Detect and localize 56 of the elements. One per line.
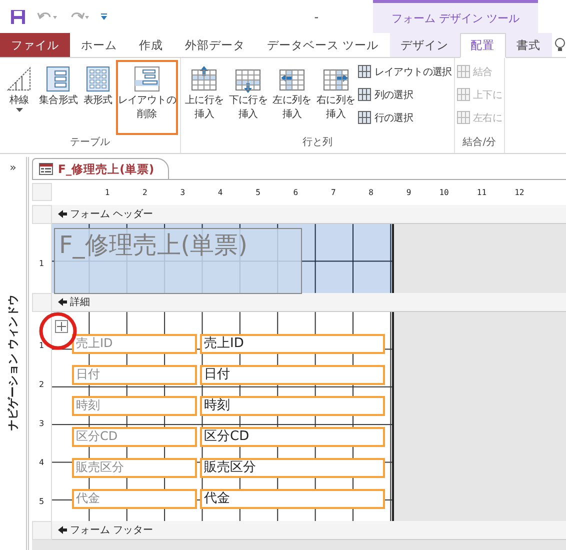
grid-icon [456, 111, 470, 124]
document-tab[interactable]: F_修理売上(単票) [32, 158, 170, 179]
text-box[interactable]: 日付 [200, 365, 385, 385]
ribbon-button[interactable]: 集合形式 [37, 60, 80, 135]
section-bar[interactable]: 詳細 [52, 293, 566, 312]
section-bar[interactable]: フォーム フッター [52, 521, 566, 540]
text-box[interactable]: 時刻 [200, 396, 385, 416]
text-box[interactable]: 販売区分 [200, 458, 385, 478]
group-label: 結合/分 [462, 136, 498, 150]
ribbon-button[interactable]: 下に行を 挿入 [226, 60, 270, 135]
ribbon-button[interactable]: 表形式 [80, 60, 115, 135]
section-selector[interactable] [32, 293, 52, 312]
ribbon-small-button[interactable]: レイアウトの選択 [358, 62, 452, 81]
grid-icon [358, 111, 372, 124]
remove-layout-icon [132, 64, 162, 94]
form-icon [39, 163, 53, 175]
section-selector[interactable] [32, 205, 52, 224]
ribbon-tab[interactable]: 作成 [128, 33, 174, 57]
section-selector[interactable] [32, 521, 52, 540]
customize-caret-icon[interactable] [100, 12, 108, 20]
lightbulb-icon[interactable] [554, 37, 566, 53]
text-box[interactable]: 代金 [200, 489, 385, 509]
ribbon-tab[interactable]: ホーム [70, 33, 128, 57]
layout-selector-icon[interactable] [55, 320, 68, 333]
section-bar[interactable]: フォーム ヘッダー [52, 205, 566, 224]
form-selector[interactable] [32, 183, 52, 201]
ribbon-small-button[interactable]: 列の選択 [358, 85, 452, 104]
ribbon-tab[interactable]: ファイル [0, 33, 70, 57]
grid-icon [358, 88, 372, 101]
grid-icon [456, 65, 470, 78]
title-separator: - [314, 10, 320, 24]
group-label: テーブル [69, 136, 111, 150]
text-box[interactable]: 売上ID [200, 334, 385, 354]
expand-button[interactable]: » [10, 157, 16, 174]
ribbon-tab[interactable]: データベース ツール [256, 33, 390, 57]
ribbon-button[interactable]: 右に列を 挿入 [314, 60, 358, 135]
ribbon-tab[interactable]: デザイン [390, 33, 460, 57]
highlight-circle [38, 311, 78, 351]
ribbon-button[interactable]: 枠線 [2, 60, 36, 135]
ribbon-button[interactable]: 上に行を 挿入 [183, 60, 226, 135]
ribbon-tab[interactable]: 外部データ [174, 33, 256, 57]
ribbon-button[interactable]: 左に列を 挿入 [270, 60, 314, 135]
grid-icon [456, 88, 470, 101]
navigation-pane-label[interactable]: ナビゲーション ウィンドウ [6, 294, 20, 430]
save-icon[interactable] [10, 8, 26, 24]
context-tool-title: フォーム デザイン ツール [392, 10, 520, 26]
grid-icon [358, 65, 372, 78]
ribbon-small-button[interactable]: 行の選択 [358, 108, 452, 127]
ribbon-tab[interactable]: 配置 [460, 33, 506, 58]
section-arrow-icon [58, 526, 67, 534]
group-label: 行と列 [301, 136, 334, 150]
ribbon-tab[interactable]: 書式 [506, 33, 552, 57]
text-box[interactable]: 区分CD [200, 427, 385, 447]
ribbon-button[interactable]: レイアウトの 削除 [116, 60, 178, 135]
section-arrow-icon [58, 298, 67, 306]
section-arrow-icon [58, 210, 67, 218]
